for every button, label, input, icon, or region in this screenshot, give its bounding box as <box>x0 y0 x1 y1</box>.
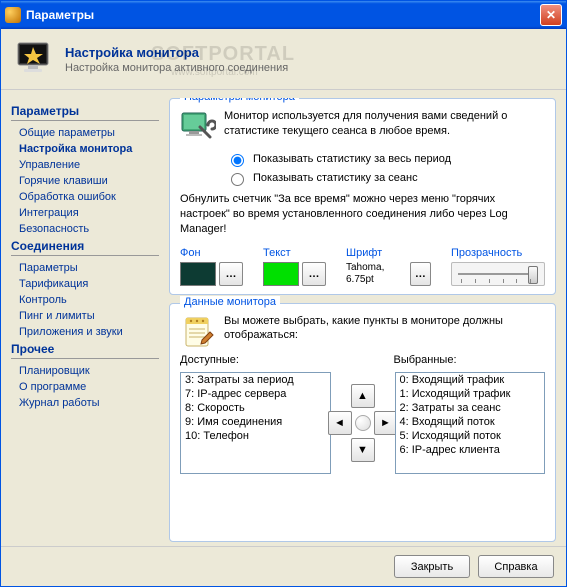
monitor-params-group: Параметры монитора Монитор используется … <box>169 98 556 295</box>
list-item[interactable]: 1: Исходящий трафик <box>396 387 545 401</box>
move-up-button[interactable]: ▲ <box>351 384 375 408</box>
available-label: Доступные: <box>180 354 332 366</box>
data-desc: Вы можете выбрать, какие пункты в монито… <box>224 314 545 344</box>
close-icon[interactable]: ✕ <box>540 4 562 26</box>
monitor-desc: Монитор используется для получения вами … <box>224 109 545 139</box>
font-label: Шрифт <box>346 247 431 259</box>
nav-item[interactable]: Планировщик <box>11 363 159 379</box>
transparency-slider[interactable] <box>451 262 545 286</box>
text-picker-button[interactable]: … <box>302 262 326 286</box>
move-left-button[interactable]: ◄ <box>328 411 352 435</box>
list-item[interactable]: 8: Скорость <box>181 401 330 415</box>
close-button[interactable]: Закрыть <box>394 555 470 578</box>
nav-item[interactable]: Контроль <box>11 292 159 308</box>
list-item[interactable]: 9: Имя соединения <box>181 415 330 429</box>
list-item[interactable]: 5: Исходящий поток <box>396 429 545 443</box>
text-swatch <box>263 262 299 286</box>
monitor-data-group: Данные монитора Вы можете выбрать, какие… <box>169 303 556 542</box>
nav-section-title: Прочее <box>11 342 159 359</box>
move-buttons: ▲ ◄ ► ▼ <box>337 372 389 474</box>
nav-section-title: Параметры <box>11 104 159 121</box>
nav-item[interactable]: О программе <box>11 379 159 395</box>
nav-item[interactable]: Журнал работы <box>11 395 159 411</box>
page-header: Настройка монитора Настройка монитора ак… <box>1 29 566 90</box>
radio-all-period[interactable]: Показывать статистику за весь период <box>226 151 545 167</box>
radio-all-label: Показывать статистику за весь период <box>253 153 451 165</box>
move-down-button[interactable]: ▼ <box>351 438 375 462</box>
bg-label: Фон <box>180 247 243 259</box>
font-picker-button[interactable]: … <box>410 262 431 286</box>
list-item[interactable]: 6: IP-адрес клиента <box>396 443 545 457</box>
window: Параметры ✕ Настройка монитора Настройка… <box>0 0 567 587</box>
radio-session[interactable]: Показывать статистику за сеанс <box>226 170 545 186</box>
titlebar[interactable]: Параметры ✕ <box>1 1 566 29</box>
bg-picker-button[interactable]: … <box>219 262 243 286</box>
list-item[interactable]: 10: Телефон <box>181 429 330 443</box>
window-title: Параметры <box>26 8 540 22</box>
font-value: Tahoma, 6.75pt <box>346 262 407 286</box>
help-button[interactable]: Справка <box>478 555 554 578</box>
group-legend: Параметры монитора <box>180 98 299 103</box>
nav-item[interactable]: Горячие клавиши <box>11 173 159 189</box>
nav-item[interactable]: Пинг и лимиты <box>11 308 159 324</box>
selected-listbox[interactable]: 0: Входящий трафик1: Исходящий трафик2: … <box>395 372 546 474</box>
nav-section-title: Соединения <box>11 239 159 256</box>
available-listbox[interactable]: 3: Затраты за период7: IP-адрес сервера8… <box>180 372 331 474</box>
nav-item[interactable]: Настройка монитора <box>11 141 159 157</box>
nav-item[interactable]: Обработка ошибок <box>11 189 159 205</box>
group-legend: Данные монитора <box>180 296 280 308</box>
radio-session-label: Показывать статистику за сеанс <box>253 172 418 184</box>
radio-session-input[interactable] <box>231 173 244 186</box>
reset-note: Обнулить счетчик "За все время" можно че… <box>180 192 545 237</box>
list-item[interactable]: 2: Затраты за сеанс <box>396 401 545 415</box>
nav-item[interactable]: Общие параметры <box>11 125 159 141</box>
app-icon <box>5 7 21 23</box>
nav-item[interactable]: Безопасность <box>11 221 159 237</box>
text-label: Текст <box>263 247 326 259</box>
list-item[interactable]: 4: Входящий поток <box>396 415 545 429</box>
list-item[interactable]: 3: Затраты за период <box>181 373 330 387</box>
monitor-star-icon <box>15 39 55 79</box>
center-button[interactable] <box>355 415 371 431</box>
selected-label: Выбранные: <box>332 354 546 366</box>
nav-item[interactable]: Тарификация <box>11 276 159 292</box>
nav-item[interactable]: Приложения и звуки <box>11 324 159 340</box>
list-item[interactable]: 0: Входящий трафик <box>396 373 545 387</box>
transparency-label: Прозрачность <box>451 247 545 259</box>
nav-item[interactable]: Управление <box>11 157 159 173</box>
list-item[interactable]: 7: IP-адрес сервера <box>181 387 330 401</box>
notepad-icon <box>180 314 216 350</box>
page-title: Настройка монитора <box>65 45 288 60</box>
nav-item[interactable]: Интеграция <box>11 205 159 221</box>
radio-all-input[interactable] <box>231 154 244 167</box>
footer: Закрыть Справка <box>1 546 566 586</box>
page-subtitle: Настройка монитора активного соединения <box>65 62 288 74</box>
sidebar: Параметры Общие параметрыНастройка монито… <box>11 98 159 542</box>
bg-swatch <box>180 262 216 286</box>
nav-item[interactable]: Параметры <box>11 260 159 276</box>
monitor-wrench-icon <box>180 109 216 145</box>
